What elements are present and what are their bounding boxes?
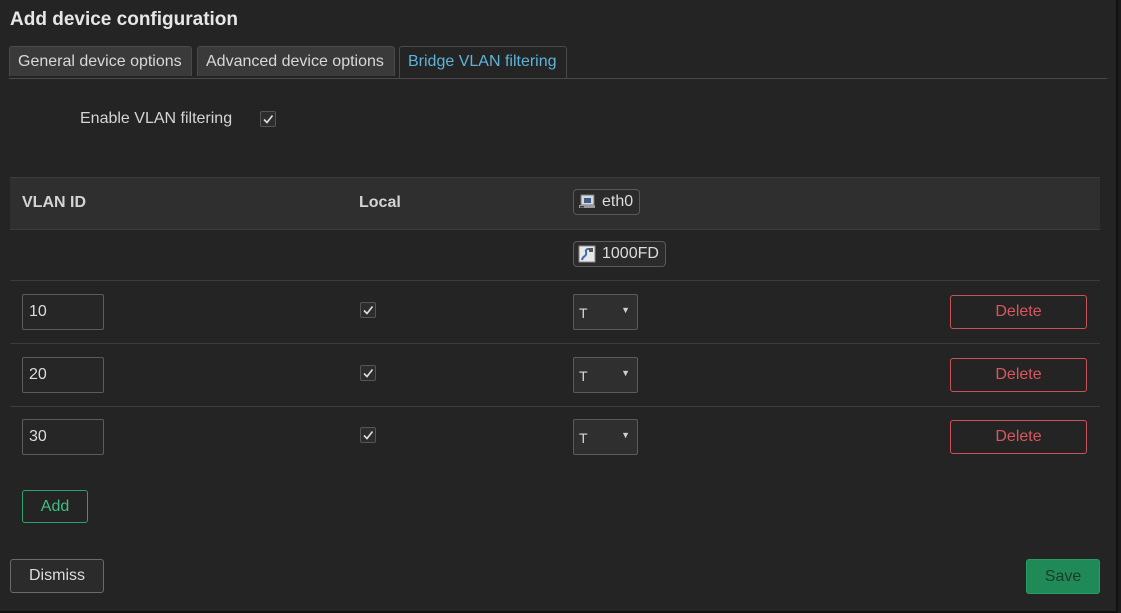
local-checkbox[interactable] — [360, 302, 376, 318]
link-speed-icon — [578, 245, 596, 263]
dialog-title: Add device configuration — [10, 9, 239, 30]
delete-button[interactable]: Delete — [950, 420, 1087, 454]
column-header-vlan-id: VLAN ID — [22, 194, 86, 211]
enable-vlan-filtering-checkbox[interactable] — [260, 111, 276, 127]
device-config-dialog: Add device configuration General device … — [0, 0, 1118, 613]
add-vlan-button[interactable]: Add — [22, 490, 88, 523]
local-checkbox[interactable] — [360, 365, 376, 381]
caret-down-icon: ▼ — [621, 430, 630, 440]
enable-vlan-filtering-label: Enable VLAN filtering — [80, 110, 233, 127]
vlan-row: T ▼ Delete — [10, 344, 1100, 407]
tab-bridge-vlan-filtering[interactable]: Bridge VLAN filtering — [399, 46, 567, 78]
ethernet-port-icon — [578, 193, 596, 211]
port-mode-select[interactable]: T ▼ — [573, 294, 638, 330]
port-badge-eth0: eth0 — [573, 189, 641, 215]
port-mode-value: T — [579, 430, 588, 446]
local-checkbox[interactable] — [360, 427, 376, 443]
column-header-local: Local — [359, 194, 401, 211]
vlan-table-subheader: 1000FD — [10, 229, 1100, 281]
vlan-table-header: VLAN ID Local eth0 — [10, 177, 1100, 230]
checkmark-icon — [363, 306, 374, 315]
vlan-row: T ▼ Delete — [10, 406, 1100, 468]
port-mode-value: T — [579, 368, 588, 384]
vlan-id-input[interactable] — [22, 294, 104, 330]
tab-advanced-device-options[interactable]: Advanced device options — [197, 46, 395, 76]
tab-bar: General device options Advanced device o… — [9, 46, 1107, 79]
dismiss-button[interactable]: Dismiss — [10, 559, 104, 593]
vlan-row: T ▼ Delete — [10, 281, 1100, 344]
port-speed-badge: 1000FD — [573, 241, 666, 267]
port-mode-select[interactable]: T ▼ — [573, 419, 638, 455]
caret-down-icon: ▼ — [621, 368, 630, 378]
checkmark-icon — [363, 369, 374, 378]
delete-button[interactable]: Delete — [950, 358, 1087, 392]
vlan-id-input[interactable] — [22, 357, 104, 393]
delete-button[interactable]: Delete — [950, 295, 1087, 329]
port-mode-select[interactable]: T ▼ — [573, 357, 638, 393]
checkmark-icon — [263, 115, 274, 124]
port-name: eth0 — [602, 193, 634, 210]
vlan-id-input[interactable] — [22, 419, 104, 455]
port-speed: 1000FD — [602, 245, 659, 262]
save-button[interactable]: Save — [1026, 559, 1100, 594]
port-mode-value: T — [579, 305, 588, 321]
tab-general-device-options[interactable]: General device options — [9, 46, 192, 76]
checkmark-icon — [363, 431, 374, 440]
caret-down-icon: ▼ — [621, 305, 630, 315]
